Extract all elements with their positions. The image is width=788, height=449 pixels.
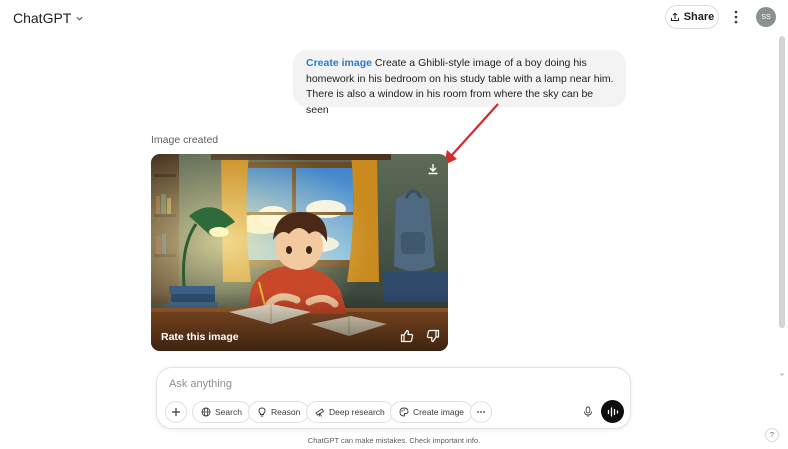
reason-label: Reason: [271, 407, 301, 417]
deep-research-label: Deep research: [329, 407, 385, 417]
top-bar: ChatGPT Share SS: [0, 0, 788, 34]
help-button[interactable]: ?: [765, 428, 779, 442]
download-icon: [428, 164, 438, 175]
add-attachment-button[interactable]: [165, 401, 187, 423]
ellipsis-icon: [477, 411, 485, 413]
ghibli-boy-homework-image: [151, 154, 448, 351]
thumbs-down-icon: [426, 329, 440, 343]
microphone-icon: [584, 406, 592, 417]
avatar[interactable]: SS: [756, 7, 776, 27]
composer: Search Reason Deep research Create image: [156, 367, 631, 429]
more-options-button[interactable]: [729, 8, 743, 26]
more-tools-button[interactable]: [470, 401, 492, 423]
create-image-button[interactable]: Create image: [390, 401, 474, 423]
globe-icon: [201, 407, 211, 417]
thumbs-up-icon: [400, 329, 414, 343]
more-vertical-icon: [734, 10, 738, 24]
palette-icon: [399, 407, 409, 417]
image-created-status: Image created: [151, 134, 219, 146]
dictate-button[interactable]: [577, 401, 599, 423]
model-selector[interactable]: ChatGPT: [13, 10, 84, 26]
thumbs-down-button[interactable]: [426, 329, 440, 343]
generated-image[interactable]: Rate this image: [151, 154, 448, 351]
share-icon: [670, 12, 679, 21]
search-label: Search: [215, 407, 242, 417]
scrollbar[interactable]: [779, 36, 785, 328]
chevron-down-icon: [76, 16, 83, 21]
prompt-input[interactable]: [169, 378, 589, 390]
voice-mode-button[interactable]: [601, 400, 624, 423]
reason-button[interactable]: Reason: [248, 401, 310, 423]
voice-wave-icon: [607, 406, 618, 417]
lightbulb-icon: [258, 407, 266, 417]
deep-research-button[interactable]: Deep research: [306, 401, 394, 423]
scroll-down-icon[interactable]: [779, 372, 785, 378]
thumbs-up-button[interactable]: [400, 329, 414, 343]
create-image-tag: Create image: [306, 57, 372, 69]
download-button[interactable]: [425, 161, 441, 177]
app-title: ChatGPT: [13, 10, 72, 26]
create-image-label: Create image: [413, 407, 465, 417]
share-label: Share: [683, 11, 715, 23]
disclaimer: ChatGPT can make mistakes. Check importa…: [307, 436, 481, 445]
rate-image-label: Rate this image: [161, 331, 239, 343]
plus-icon: [172, 408, 180, 416]
search-button[interactable]: Search: [192, 401, 251, 423]
share-button[interactable]: Share: [665, 5, 719, 29]
user-message: Create image Create a Ghibli-style image…: [293, 50, 626, 116]
telescope-icon: [315, 408, 325, 417]
